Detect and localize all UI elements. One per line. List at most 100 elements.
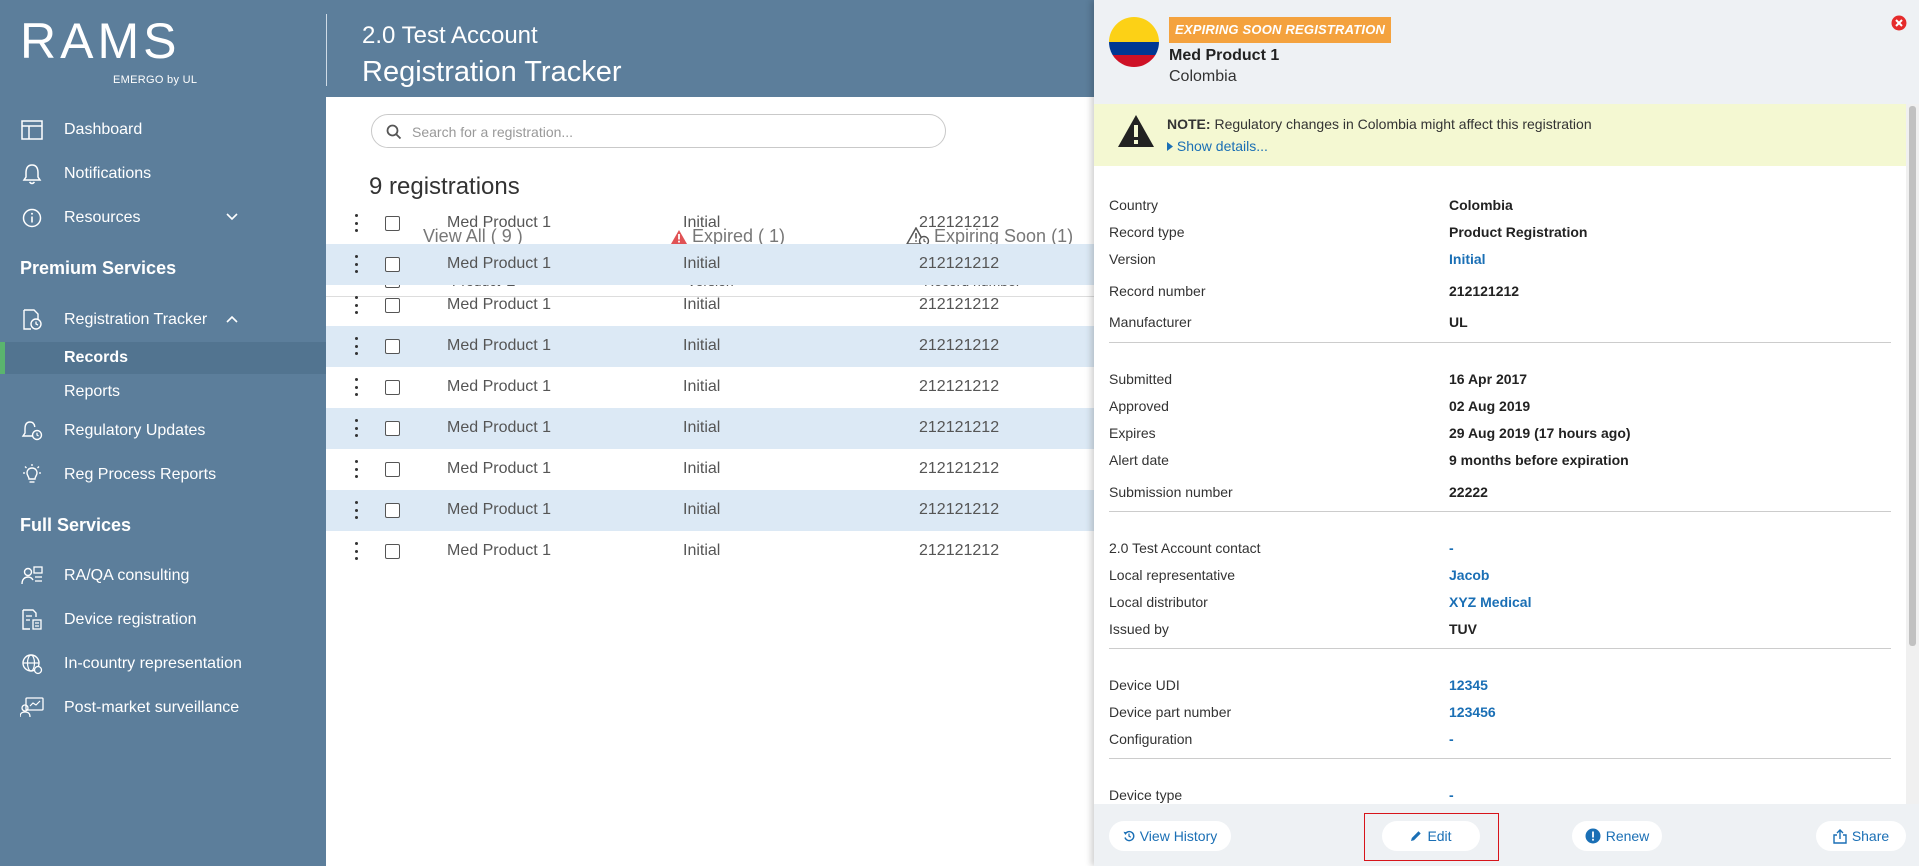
detail-value-link[interactable]: 123456 [1449, 704, 1496, 720]
cell-product: Med Product 1 [447, 255, 552, 272]
row-menu-icon[interactable] [353, 255, 359, 273]
row-checkbox[interactable] [385, 462, 400, 477]
row-menu-icon[interactable] [353, 337, 359, 355]
cell-version: Initial [683, 337, 721, 354]
detail-label: Version [1109, 251, 1156, 267]
sidebar-item-post-market-surveillance[interactable]: Post-market surveillance [0, 688, 326, 728]
detail-value-link[interactable]: - [1449, 540, 1454, 556]
panel-scrollbar[interactable] [1906, 104, 1919, 804]
detail-value: Colombia [1449, 197, 1513, 213]
panel-country-name: Colombia [1169, 68, 1237, 85]
sidebar-item-label: Reports [64, 383, 121, 400]
search-input[interactable] [412, 121, 932, 143]
history-icon [1123, 830, 1135, 842]
renew-button[interactable]: Renew [1572, 821, 1662, 851]
sidebar-item-in-country-representation[interactable]: In-country representation [0, 644, 326, 684]
row-menu-icon[interactable] [353, 501, 359, 519]
panel-product-name: Med Product 1 [1169, 47, 1280, 64]
sidebar-item-reg-process-reports[interactable]: Reg Process Reports [0, 455, 326, 495]
sidebar-item-registration-tracker[interactable]: Registration Tracker [0, 300, 326, 340]
detail-value-link[interactable]: - [1449, 731, 1454, 747]
cell-record-number: 212121212 [919, 378, 1000, 395]
registration-detail-panel: EXPIRING SOON REGISTRATION Med Product 1… [1094, 0, 1919, 866]
sidebar-subitem-records[interactable]: Records [0, 342, 326, 374]
registration-count: 9 registrations [369, 173, 520, 200]
logo-area: RAMS EMERGO by UL [0, 0, 326, 97]
sidebar-item-device-registration[interactable]: Device registration [0, 600, 326, 640]
row-checkbox[interactable] [385, 503, 400, 518]
share-icon [1833, 828, 1847, 844]
table-row[interactable]: Med Product 1 Initial 212121212 [326, 326, 1094, 367]
sidebar-item-notifications[interactable]: Notifications [0, 154, 326, 194]
row-menu-icon[interactable] [353, 296, 359, 314]
row-checkbox[interactable] [385, 298, 400, 313]
table-row[interactable]: Med Product 1 Initial 212121212 [326, 244, 1094, 285]
cell-version: Initial [683, 214, 721, 231]
share-button[interactable]: Share [1816, 821, 1906, 851]
consulting-icon [20, 564, 44, 588]
detail-label: Submitted [1109, 371, 1173, 387]
table-row[interactable]: Med Product 1 Initial 212121212 [326, 449, 1094, 490]
cell-version: Initial [683, 296, 721, 313]
detail-value-link[interactable]: Jacob [1449, 567, 1489, 583]
scrollbar-thumb[interactable] [1909, 106, 1916, 646]
cell-product: Med Product 1 [447, 460, 552, 477]
detail-label: Expires [1109, 425, 1156, 441]
account-name: 2.0 Test Account [362, 22, 538, 49]
sidebar-item-label: Registration Tracker [64, 311, 208, 328]
row-checkbox[interactable] [385, 257, 400, 272]
cell-product: Med Product 1 [447, 542, 552, 559]
sidebar-item-label: RA/QA consulting [64, 567, 190, 584]
row-checkbox[interactable] [385, 421, 400, 436]
row-checkbox[interactable] [385, 544, 400, 559]
full-services-title: Full Services [20, 515, 132, 535]
cell-version: Initial [683, 460, 721, 477]
caret-right-icon [1167, 142, 1173, 151]
page-title: Registration Tracker [362, 56, 622, 88]
row-checkbox[interactable] [385, 339, 400, 354]
detail-label: Record number [1109, 283, 1206, 299]
cell-record-number: 212121212 [919, 460, 1000, 477]
search-box[interactable] [371, 114, 946, 148]
sidebar-item-resources[interactable]: Resources [0, 198, 326, 238]
note-text: NOTE: Regulatory changes in Colombia mig… [1167, 116, 1592, 132]
sidebar-item-regulatory-updates[interactable]: Regulatory Updates [0, 411, 326, 451]
detail-value-link[interactable]: 12345 [1449, 677, 1488, 693]
row-menu-icon[interactable] [353, 460, 359, 478]
sidebar-item-label: Notifications [64, 165, 152, 182]
row-menu-icon[interactable] [353, 419, 359, 437]
detail-label: Approved [1109, 398, 1169, 414]
detail-value: 22222 [1449, 484, 1488, 500]
table-row[interactable]: Med Product 1 Initial 212121212 [326, 490, 1094, 531]
table-row[interactable]: Med Product 1 Initial 212121212 [326, 408, 1094, 449]
close-icon[interactable] [1891, 15, 1907, 31]
row-menu-icon[interactable] [353, 378, 359, 396]
table-row[interactable]: Med Product 1 Initial 212121212 [326, 367, 1094, 408]
renew-icon [1585, 828, 1601, 844]
table-row[interactable]: Med Product 1 Initial 212121212 [326, 531, 1094, 572]
detail-value-link[interactable]: - [1449, 787, 1454, 803]
detail-label: 2.0 Test Account contact [1109, 540, 1261, 556]
row-checkbox[interactable] [385, 380, 400, 395]
detail-label: Issued by [1109, 621, 1169, 637]
cell-record-number: 212121212 [919, 255, 1000, 272]
cell-version: Initial [683, 542, 721, 559]
cell-product: Med Product 1 [447, 501, 552, 518]
detail-value: TUV [1449, 621, 1477, 637]
sidebar-item-ra-qa-consulting[interactable]: RA/QA consulting [0, 556, 326, 596]
table-row[interactable]: Med Product 1 Initial 212121212 [326, 203, 1094, 244]
row-menu-icon[interactable] [353, 214, 359, 232]
row-menu-icon[interactable] [353, 542, 359, 560]
lightbulb-icon [20, 463, 44, 487]
panel-footer: View History Edit Renew Share [1094, 804, 1919, 866]
detail-value: 9 months before expiration [1449, 452, 1629, 468]
detail-value-link[interactable]: XYZ Medical [1449, 594, 1531, 610]
bell-icon [20, 162, 44, 186]
view-history-button[interactable]: View History [1109, 821, 1231, 851]
sidebar-subitem-reports[interactable]: Reports [0, 376, 326, 408]
sidebar-item-dashboard[interactable]: Dashboard [0, 110, 326, 150]
table-row[interactable]: Med Product 1 Initial 212121212 [326, 285, 1094, 326]
detail-value-link[interactable]: Initial [1449, 251, 1486, 267]
row-checkbox[interactable] [385, 216, 400, 231]
show-details-link[interactable]: Show details... [1167, 138, 1268, 154]
